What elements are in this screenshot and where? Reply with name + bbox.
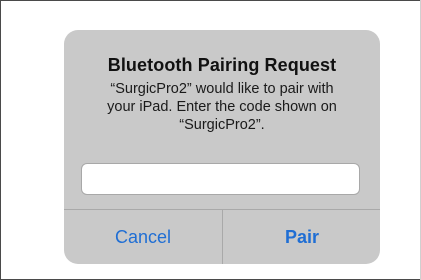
dialog-title: Bluetooth Pairing Request [107, 55, 337, 75]
pairing-code-input[interactable] [81, 163, 360, 195]
dialog-message: “SurgicPro2” would like to pair with you… [107, 81, 337, 133]
bluetooth-pairing-dialog: Bluetooth Pairing Request “SurgicPro2” w… [64, 30, 380, 264]
pair-button[interactable]: Pair [223, 210, 380, 264]
cancel-button[interactable]: Cancel [64, 210, 222, 264]
